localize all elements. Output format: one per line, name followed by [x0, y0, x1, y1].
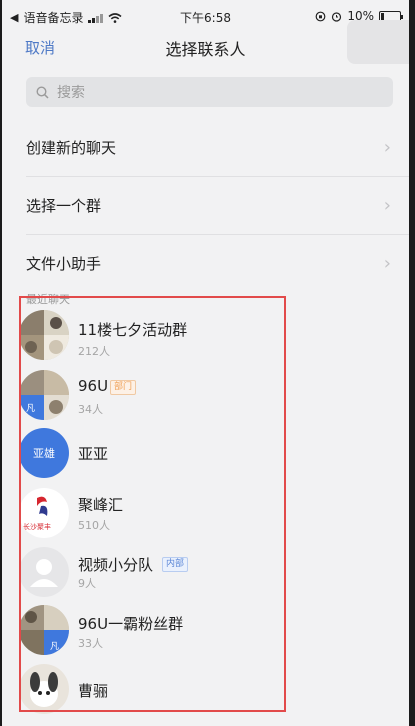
- contact-name: 11楼七夕活动群: [78, 321, 188, 339]
- list-item[interactable]: 凡 96U 部门 34人: [2, 365, 409, 425]
- menu-item-label: 创建新的聊天: [26, 138, 117, 157]
- alarm-icon: [332, 11, 342, 22]
- avatar-badge: 凡: [50, 642, 60, 652]
- group-avatar: [19, 547, 69, 597]
- member-count: 34人: [78, 403, 103, 416]
- member-count: 510人: [78, 519, 110, 532]
- list-item[interactable]: 11楼七夕活动群 212人: [2, 305, 409, 365]
- search-placeholder: 搜索: [57, 85, 85, 101]
- department-tag: 部门: [110, 380, 137, 395]
- contact-name: 曹骊: [78, 682, 109, 700]
- member-count: 33人: [78, 637, 103, 650]
- chevron-right-icon: ›: [383, 136, 391, 158]
- avatar: 亚雄: [19, 428, 69, 478]
- menu-item-new-chat[interactable]: 创建新的聊天 ›: [2, 118, 409, 176]
- menu-item-select-group[interactable]: 选择一个群 ›: [2, 176, 409, 234]
- avatar-text: 长沙聚丰: [23, 523, 51, 531]
- list-item[interactable]: 视频小分队 内部 9人: [2, 545, 409, 605]
- member-count: 9人: [78, 577, 96, 590]
- search-input[interactable]: 搜索: [26, 77, 393, 107]
- list-item[interactable]: 曹骊: [2, 662, 409, 722]
- list-item[interactable]: 凡 96U一霸粉丝群 33人: [2, 603, 409, 663]
- floating-overlay: [347, 20, 409, 64]
- chevron-right-icon: ›: [383, 252, 391, 274]
- member-count: 212人: [78, 345, 110, 358]
- contact-name: 聚峰汇: [78, 496, 124, 514]
- list-item[interactable]: 亚雄 亚亚: [2, 425, 409, 485]
- avatar: [19, 664, 69, 714]
- avatar-badge: 凡: [26, 404, 36, 414]
- orientation-lock-icon: [315, 11, 326, 21]
- avatar-text: 亚雄: [33, 447, 55, 460]
- menu-item-label: 文件小助手: [26, 254, 102, 273]
- contact-picker-screen: ◀ 语音备忘录 下午6:58 10% 取消 选择联系人 搜索 创建新的聊天 › …: [2, 0, 409, 726]
- group-avatar: [19, 605, 69, 655]
- contact-name: 96U: [78, 377, 109, 395]
- menu-item-label: 选择一个群: [26, 196, 102, 215]
- contact-name: 视频小分队: [78, 556, 154, 574]
- search-icon: [36, 85, 49, 99]
- contact-name: 亚亚: [78, 445, 109, 463]
- list-item[interactable]: 长沙聚丰 聚峰汇 510人: [2, 485, 409, 545]
- group-avatar: 长沙聚丰: [19, 488, 69, 538]
- contact-name: 96U一霸粉丝群: [78, 615, 184, 633]
- group-avatar: [19, 310, 69, 360]
- menu-item-file-helper[interactable]: 文件小助手 ›: [2, 234, 409, 292]
- chevron-right-icon: ›: [383, 194, 391, 216]
- internal-tag: 内部: [162, 557, 189, 572]
